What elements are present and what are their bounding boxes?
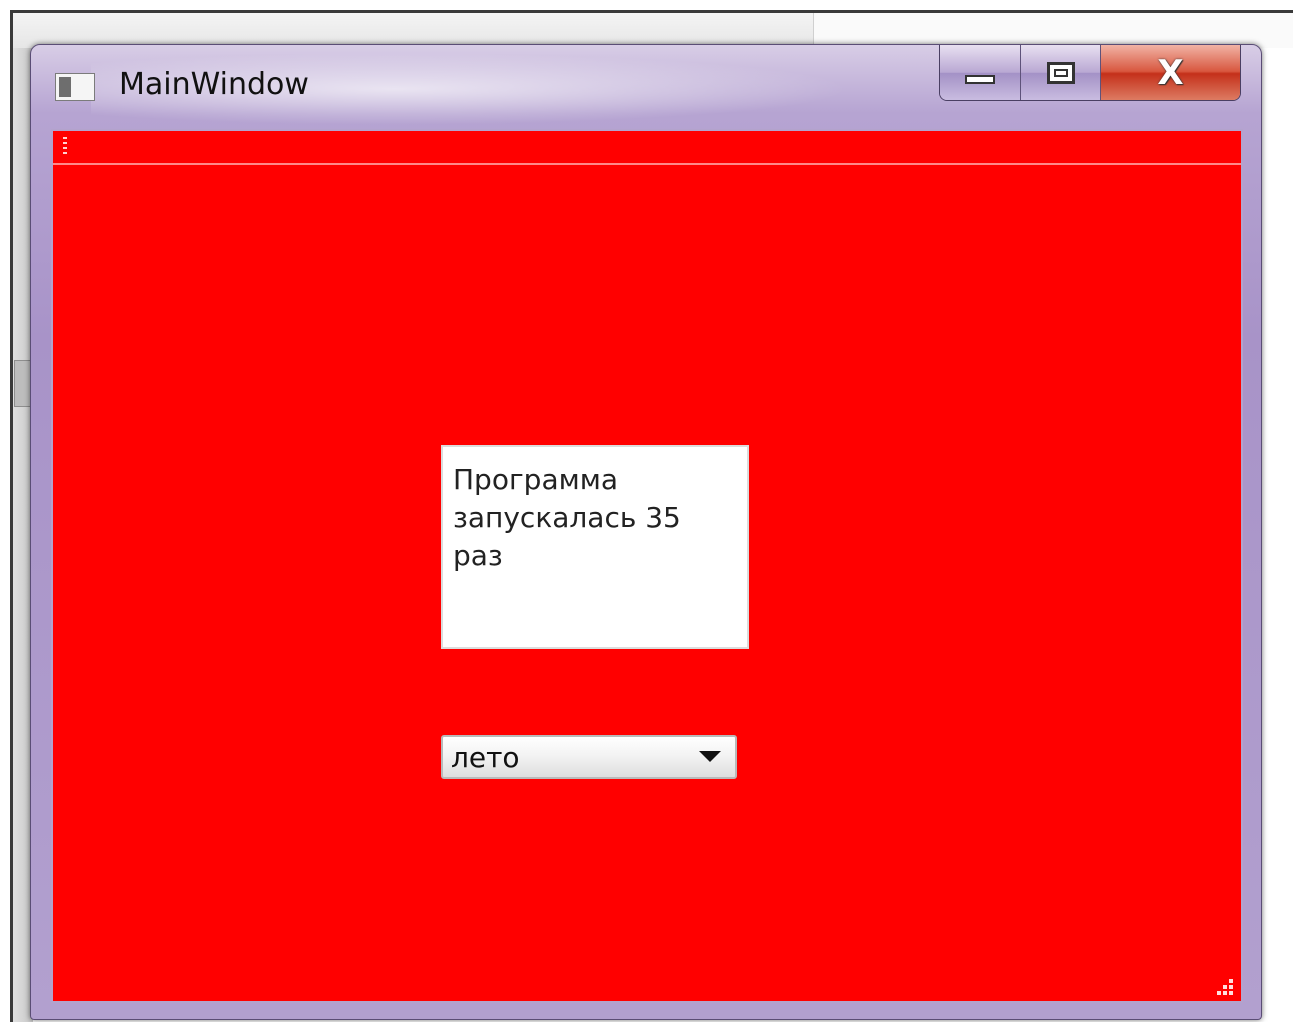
client-area: Программа запускалась 35 раз лето [51, 129, 1243, 1003]
menu-grip-icon[interactable] [63, 137, 67, 157]
launch-count-text: Программа запускалась 35 раз [453, 463, 681, 572]
desktop-edge-left [10, 10, 13, 1022]
resize-grip-icon[interactable] [1211, 973, 1233, 995]
background-window-strip-right [813, 13, 1293, 48]
chevron-down-icon[interactable] [699, 751, 721, 762]
maximize-button[interactable] [1021, 45, 1101, 100]
season-combobox-value: лето [451, 741, 520, 774]
minimize-icon [965, 75, 996, 84]
app-icon[interactable] [55, 73, 95, 101]
caption-buttons: X [939, 45, 1241, 101]
menu-bar[interactable] [53, 131, 1241, 165]
minimize-button[interactable] [940, 45, 1022, 100]
window-title: MainWindow [119, 67, 309, 102]
maximize-icon [1046, 61, 1075, 84]
close-button[interactable]: X [1100, 45, 1240, 100]
season-combobox[interactable]: лето [441, 735, 737, 779]
main-window: MainWindow X Программа запускалась 35 ра… [30, 44, 1262, 1020]
launch-count-textbox[interactable]: Программа запускалась 35 раз [441, 445, 749, 649]
close-icon: X [1157, 52, 1184, 93]
